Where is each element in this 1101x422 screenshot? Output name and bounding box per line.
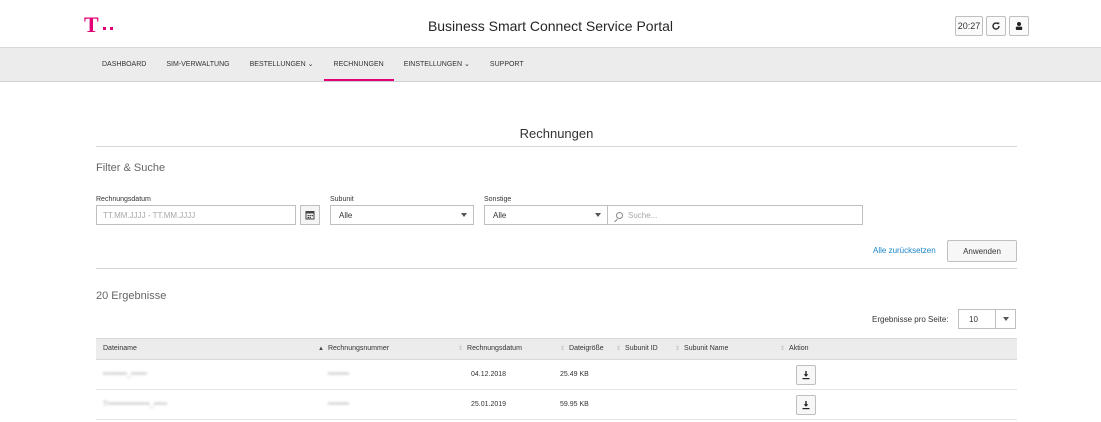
portal-title: Business Smart Connect Service Portal xyxy=(427,18,674,34)
col-header-subunit-name[interactable]: ⇕ Subunit Name xyxy=(675,339,728,359)
other-select-value: Alle xyxy=(493,210,507,220)
calendar-icon xyxy=(305,211,315,220)
cell-file-size: 59.95 KB xyxy=(560,401,589,408)
filter-heading: Filter & Suche xyxy=(96,162,166,174)
filter-divider xyxy=(96,268,1017,269)
download-icon xyxy=(802,371,810,380)
sort-icon: ⇕ xyxy=(675,346,681,352)
chevron-down-icon: ⌄ xyxy=(464,61,470,68)
other-select[interactable]: Alle xyxy=(484,205,608,225)
nav-item-support[interactable]: SUPPORT xyxy=(480,48,534,81)
table-row: •••••••••_•••••• •••••••• 04.12.2018 25.… xyxy=(96,360,1017,390)
cell-filename: T••••••••••••••••_••••• xyxy=(103,401,168,408)
user-menu-button[interactable] xyxy=(1009,16,1029,36)
nav-item-einstellungen[interactable]: EINSTELLUNGEN ⌄ xyxy=(394,48,480,81)
per-page-label: Ergebnisse pro Seite: xyxy=(872,315,949,324)
main-navigation: DASHBOARD SIM-VERWALTUNG BESTELLUNGEN ⌄ R… xyxy=(0,47,1101,82)
search-input[interactable]: Suche... xyxy=(607,205,863,225)
sort-asc-icon: ▲ xyxy=(318,346,324,352)
cell-file-size: 25.49 KB xyxy=(560,371,589,378)
table-row: T••••••••••••••••_••••• •••••••• 25.01.2… xyxy=(96,390,1017,420)
cell-invoice-date: 25.01.2019 xyxy=(471,401,507,408)
table-header: Dateiname ▲ Rechnungsnummer ⇕ Rechnungsdat… xyxy=(96,338,1017,360)
sort-icon: ⇕ xyxy=(560,346,566,352)
col-header-label: Subunit Name xyxy=(684,345,729,352)
user-icon xyxy=(1015,22,1023,30)
col-header-label: Dateiname xyxy=(103,345,137,352)
col-header-rechnungsnummer[interactable]: ▲ Rechnungsnummer xyxy=(318,339,389,359)
subunit-filter-label: Subunit xyxy=(330,196,354,203)
per-page-value: 10 xyxy=(969,314,978,324)
search-placeholder: Suche... xyxy=(628,210,658,220)
download-button[interactable] xyxy=(796,365,816,385)
header-actions: 20:27 xyxy=(955,16,1029,36)
nav-label: SIM-VERWALTUNG xyxy=(166,61,230,68)
caret-down-icon xyxy=(595,213,601,217)
date-range-input[interactable]: TT.MM.JJJJ - TT.MM.JJJJ xyxy=(96,205,296,225)
session-clock: 20:27 xyxy=(955,16,983,36)
chevron-down-icon: ⌄ xyxy=(307,61,314,68)
reset-all-link[interactable]: Alle zurücksetzen xyxy=(873,246,936,255)
caret-down-icon xyxy=(1003,317,1009,321)
col-header-aktion: ⇕ Aktion xyxy=(780,339,809,359)
other-filter-label: Sonstige xyxy=(484,196,512,203)
cell-filename: •••••••••_•••••• xyxy=(103,371,147,378)
nav-label: EINSTELLUNGEN xyxy=(403,61,463,68)
col-header-dateiname[interactable]: Dateiname xyxy=(103,339,137,359)
date-filter-label: Rechnungsdatum xyxy=(96,196,151,203)
cell-invoice-number: •••••••• xyxy=(328,401,350,408)
col-header-label: Aktion xyxy=(789,345,809,352)
select-separator xyxy=(995,309,996,329)
col-header-rechnungsdatum[interactable]: ⇕ Rechnungsdatum xyxy=(458,339,522,359)
cell-invoice-date: 04.12.2018 xyxy=(471,371,507,378)
nav-item-rechnungen[interactable]: RECHNUNGEN xyxy=(323,48,394,81)
invoice-table: Dateiname ▲ Rechnungsnummer ⇕ Rechnungsdat… xyxy=(96,338,1017,420)
col-header-label: Dateigröße xyxy=(569,345,604,352)
nav-label: DASHBOARD xyxy=(102,61,147,68)
results-count: 20 Ergebnisse xyxy=(96,290,167,302)
nav-label: BESTELLUNGEN xyxy=(249,61,306,68)
nav-label: SUPPORT xyxy=(489,61,524,68)
nav-item-bestellungen[interactable]: BESTELLUNGEN ⌄ xyxy=(240,48,324,81)
nav-item-sim-verwaltung[interactable]: SIM-VERWALTUNG xyxy=(156,48,239,81)
subunit-select-value: Alle xyxy=(339,210,353,220)
refresh-button[interactable] xyxy=(986,16,1006,36)
caret-down-icon xyxy=(461,213,467,217)
apply-button[interactable]: Anwenden xyxy=(947,240,1017,262)
nav-item-dashboard[interactable]: DASHBOARD xyxy=(96,48,156,81)
subunit-select[interactable]: Alle xyxy=(330,205,474,225)
search-icon xyxy=(616,211,623,219)
title-divider xyxy=(96,146,1017,147)
col-header-subunit-id[interactable]: ⇕ Subunit ID xyxy=(616,339,658,359)
download-button[interactable] xyxy=(796,395,816,415)
sort-icon: ⇕ xyxy=(780,346,786,352)
per-page-select[interactable]: 10 xyxy=(958,309,1016,329)
app-header: T Business Smart Connect Service Portal … xyxy=(0,0,1101,48)
sort-icon: ⇕ xyxy=(616,346,622,352)
page-title: Rechnungen xyxy=(519,126,594,141)
sort-icon: ⇕ xyxy=(458,346,464,352)
cell-invoice-number: •••••••• xyxy=(328,371,350,378)
col-header-label: Rechnungsdatum xyxy=(467,345,522,352)
refresh-icon xyxy=(992,22,1000,30)
col-header-label: Rechnungsnummer xyxy=(327,345,390,352)
calendar-button[interactable] xyxy=(300,205,320,225)
download-icon xyxy=(802,401,810,410)
col-header-dateigroesse[interactable]: ⇕ Dateigröße xyxy=(560,339,604,359)
nav-list: DASHBOARD SIM-VERWALTUNG BESTELLUNGEN ⌄ R… xyxy=(96,48,534,81)
date-range-placeholder: TT.MM.JJJJ - TT.MM.JJJJ xyxy=(103,210,196,220)
col-header-label: Subunit ID xyxy=(625,345,658,352)
nav-label: RECHNUNGEN xyxy=(333,61,384,68)
